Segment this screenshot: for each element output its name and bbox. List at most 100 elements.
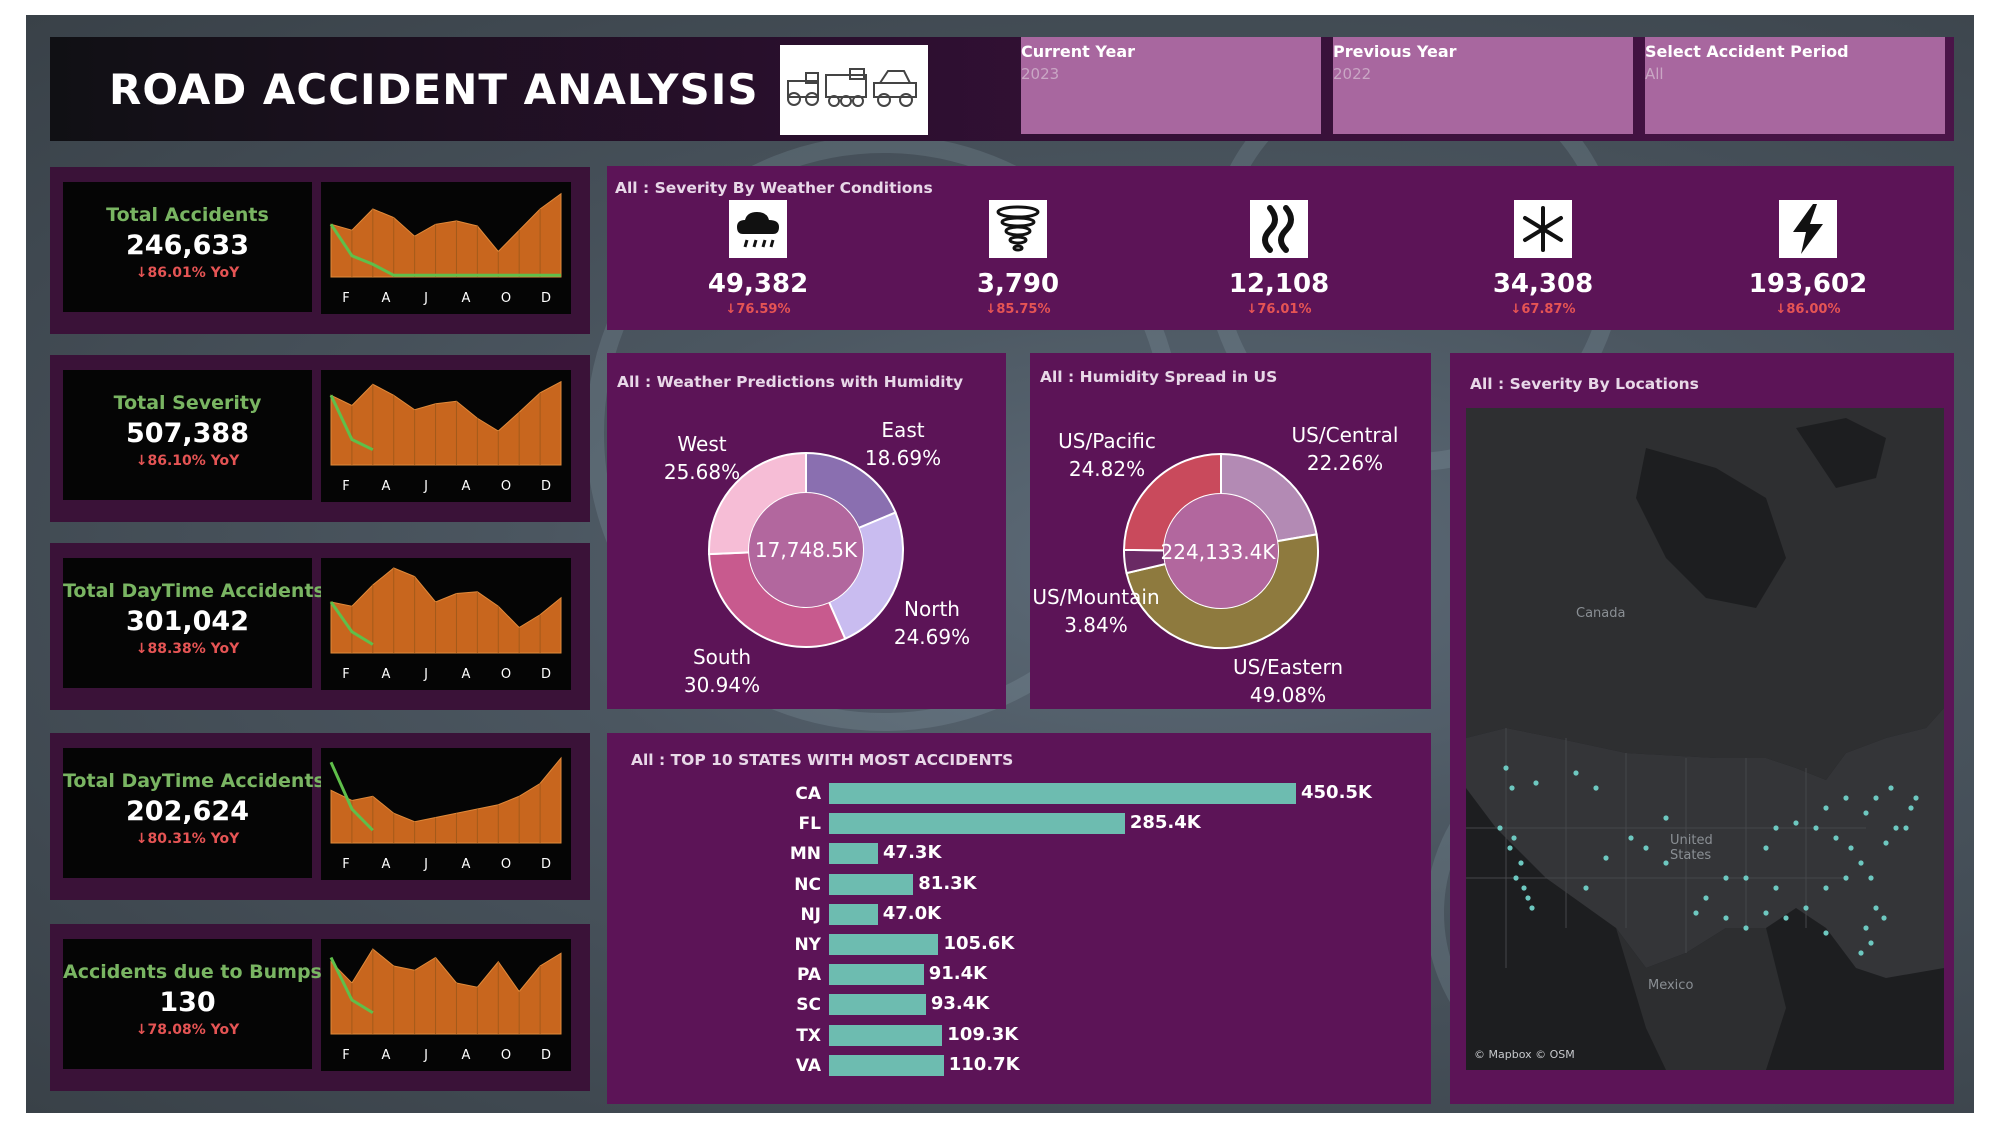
month-tick-label: A <box>382 1048 391 1063</box>
accident-location-dot <box>1913 795 1919 801</box>
kpi-value-box: Total DayTime Accidents 301,042 ↓88.38% Yo… <box>63 558 325 688</box>
accident-location-dot <box>1783 915 1789 921</box>
kpi-card: Accidents due to Bumps 130 ↓78.08% YoY F A J A… <box>50 924 590 1091</box>
kpi-value: 246,633 <box>126 230 249 261</box>
state-bar[interactable] <box>829 934 939 955</box>
accident-location-dot <box>1881 915 1887 921</box>
kpi-card: Total DayTime Accidents 202,624 ↓80.31% Yo… <box>50 733 590 900</box>
month-tick-label: A <box>462 291 471 306</box>
donut-center-label: 17,748.5K <box>754 538 858 562</box>
accident-location-dot <box>1573 770 1579 776</box>
accident-location-dot <box>1883 840 1889 846</box>
map-label-united-states: United States <box>1670 833 1713 863</box>
accident-location-dot <box>1823 805 1829 811</box>
kpi-value: 202,624 <box>126 796 249 827</box>
rain-cloud-icon <box>729 200 787 258</box>
weather-severity-panel: All : Severity By Weather Conditions 49,… <box>607 166 1954 330</box>
kpi-value: 130 <box>159 987 216 1018</box>
state-bar[interactable] <box>829 903 878 925</box>
filter-value: 2023 <box>1021 65 1060 83</box>
accident-location-dot <box>1643 845 1649 851</box>
accident-location-dot <box>1693 910 1699 916</box>
accident-location-dot <box>1823 885 1829 891</box>
accident-location-dot <box>1603 855 1609 861</box>
state-bar-value: 110.7K <box>948 1053 1020 1075</box>
previous-year-filter[interactable]: Previous Year 2022 <box>1333 37 1633 134</box>
kpi-value-box: Accidents due to Bumps 130 ↓78.08% YoY <box>63 939 322 1069</box>
current-year-area <box>330 380 562 466</box>
accident-location-dot <box>1803 905 1809 911</box>
accident-location-dot <box>1529 905 1535 911</box>
accident-location-dot <box>1868 875 1874 881</box>
dashboard-background: ROAD ACCIDENT ANALYSIS Current Year 2023… <box>26 15 1974 1113</box>
accident-location-dot <box>1863 810 1869 816</box>
state-bar[interactable] <box>829 1024 943 1046</box>
accident-location-dot <box>1497 825 1503 831</box>
slice-label-us-mountain: US/Mountain 3.84% <box>1032 585 1160 637</box>
snowflake-icon <box>1514 200 1572 258</box>
weather-severity-value: 193,602 <box>1748 269 1868 299</box>
current-year-area <box>330 756 562 844</box>
accident-location-dot <box>1868 940 1874 946</box>
month-tick-label: F <box>342 479 349 494</box>
lightning-icon <box>1779 200 1837 258</box>
state-label: FL <box>798 814 821 835</box>
kpi-card: Total Severity 507,388 ↓86.10% YoY F A J A O D <box>50 355 590 522</box>
month-tick-label: D <box>541 857 551 872</box>
kpi-yoy: ↓80.31% YoY <box>135 831 240 847</box>
accident-location-dot <box>1628 835 1634 841</box>
month-tick-label: O <box>501 1048 511 1063</box>
state-bar-value: 450.5K <box>1301 782 1372 803</box>
accident-location-dot <box>1763 910 1769 916</box>
state-bar[interactable] <box>829 783 1296 804</box>
accident-location-dot <box>1663 815 1669 821</box>
state-bar-value: 105.6K <box>943 933 1015 954</box>
state-bar[interactable] <box>829 964 924 986</box>
accident-location-dot <box>1873 795 1879 801</box>
kpi-value: 301,042 <box>126 606 249 637</box>
map-attribution: © Mapbox © OSM <box>1474 1048 1575 1061</box>
accident-location-dot <box>1763 845 1769 851</box>
state-bar[interactable] <box>829 1054 944 1076</box>
weather-humidity-panel: All : Weather Predictions with Humidity … <box>607 353 1006 709</box>
accident-location-dot <box>1823 930 1829 936</box>
slice-label-north: North 24.69% <box>893 597 971 649</box>
weather-severity-change: ↓76.59% <box>725 302 791 317</box>
kpi-sparkline: FAJAOD <box>321 182 571 314</box>
month-tick-label: A <box>462 479 471 494</box>
current-year-filter[interactable]: Current Year 2023 <box>1021 37 1321 134</box>
month-tick-label: O <box>501 667 511 682</box>
state-bar-value: 285.4K <box>1129 812 1201 834</box>
month-tick-label: D <box>541 667 551 682</box>
state-bar[interactable] <box>829 813 1125 835</box>
accident-period-filter[interactable]: Select Accident Period All <box>1645 37 1945 134</box>
month-tick-label: A <box>382 667 391 682</box>
state-bar-value: 109.3K <box>947 1023 1019 1045</box>
slice-label-us-central: US/Central 22.26% <box>1291 423 1399 475</box>
state-bar[interactable] <box>829 873 914 895</box>
accident-location-dot <box>1533 780 1539 786</box>
month-tick-label: A <box>382 291 391 306</box>
weather-severity-change: ↓85.75% <box>985 302 1051 317</box>
kpi-sparkline: FAJAOD <box>321 370 571 502</box>
sparkline-svg: FAJAOD <box>329 192 562 306</box>
month-tick-label: F <box>342 667 349 682</box>
accident-location-dot <box>1908 805 1914 811</box>
smoke-icon <box>1250 200 1308 258</box>
kpi-card: Total DayTime Accidents 301,042 ↓88.38% Yo… <box>50 543 590 710</box>
state-bar[interactable] <box>829 843 879 865</box>
filter-value: All <box>1645 65 1664 83</box>
accident-location-dot <box>1843 875 1849 881</box>
slice-label-west: West 25.68% <box>663 432 741 484</box>
state-bar[interactable] <box>829 994 926 1016</box>
state-label: PA <box>796 965 821 986</box>
sparkline-svg: FAJAOD <box>329 948 562 1063</box>
month-tick-label: D <box>541 291 551 306</box>
map-label-mexico: Mexico <box>1648 978 1694 993</box>
accident-location-map[interactable]: Canada United States Mexico © Mapbox © O… <box>1466 408 1944 1070</box>
state-bar-value: 93.4K <box>930 993 990 1015</box>
slice-label-east: East 18.69% <box>864 418 942 470</box>
month-tick-label: A <box>462 1048 471 1063</box>
accident-location-dot <box>1507 845 1513 851</box>
month-tick-label: J <box>423 1048 428 1063</box>
